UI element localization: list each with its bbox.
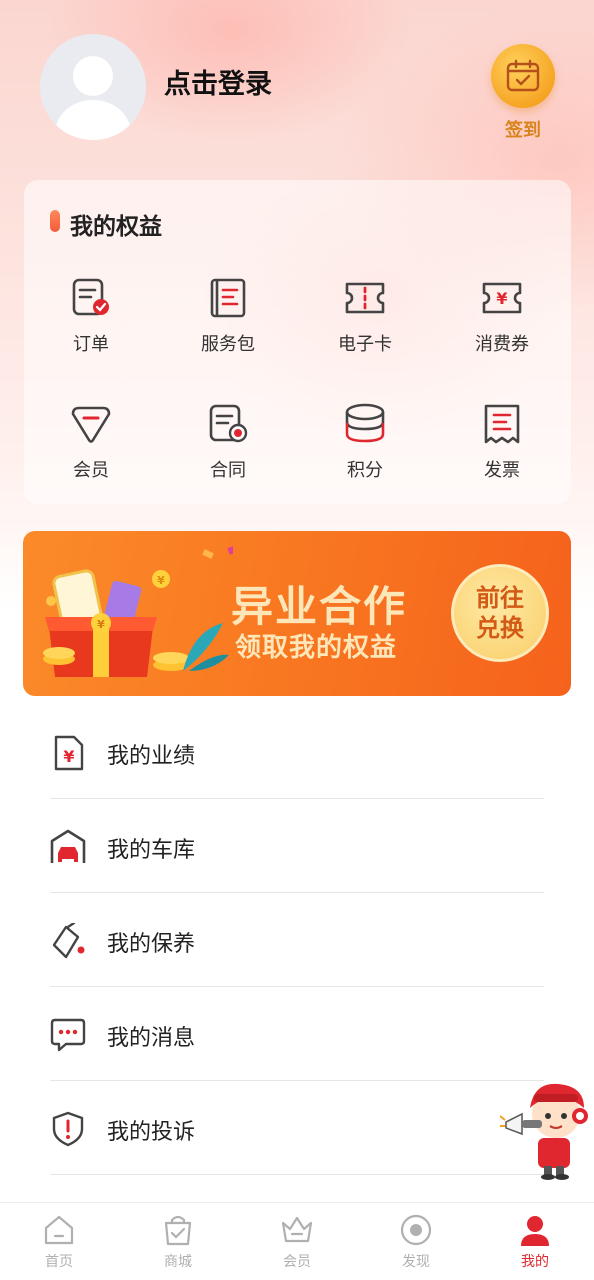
benefit-label: 服务包 [201,334,255,355]
discover-icon [400,1214,432,1246]
menu-label: 我的业绩 [107,744,196,769]
calendar-check-icon [506,59,540,92]
vip-crown-icon [281,1216,313,1243]
nav-item-discover[interactable]: 发现 [376,1213,456,1275]
benefit-order[interactable]: 订单 [31,276,151,366]
menu-label: 我的消息 [107,1026,196,1051]
benefit-e-card[interactable]: 电子卡 [305,276,425,366]
benefit-invoice[interactable]: 发票 [442,402,562,492]
home-icon [44,1215,74,1245]
benefit-label: 合同 [210,460,246,481]
profile-icon [521,1216,549,1246]
nav-label: 我的 [521,1254,549,1270]
nav-label: 发现 [402,1254,430,1270]
svg-text:¥: ¥ [97,618,105,631]
partner-banner[interactable]: ¥ ¥ 异业合作 领取我的权益 前往 兑换 [23,531,571,696]
nav-label: 首页 [45,1254,73,1270]
checkin-button[interactable] [491,44,555,108]
maintenance-icon [52,923,85,959]
benefit-label: 积分 [347,460,383,481]
nav-item-vip[interactable]: 会员 [257,1213,337,1275]
menu-item-complaints[interactable]: 我的投诉 [50,1081,544,1175]
redeem-button[interactable]: 前往 兑换 [451,564,549,662]
gift-box-illustration-icon: ¥ ¥ [43,544,233,677]
banner-title: 异业合作 [231,582,408,631]
coupon-icon: ¥ [482,282,522,314]
e-card-icon [345,282,385,314]
message-icon [50,1018,86,1052]
nav-label: 会员 [283,1254,311,1270]
menu-item-performance[interactable]: ¥ 我的业绩 [50,705,544,799]
svg-text:¥: ¥ [63,747,74,766]
login-link[interactable]: 点击登录 [164,62,272,101]
benefit-label: 消费券 [475,334,529,355]
benefit-service-package[interactable]: 服务包 [168,276,288,366]
nav-item-profile[interactable]: 我的 [495,1213,575,1275]
menu-item-garage[interactable]: 我的车库 [50,799,544,893]
banner-subtitle: 领取我的权益 [235,633,398,663]
points-icon [345,403,385,443]
menu-label: 我的保养 [107,932,196,957]
redeem-button-line2: 兑换 [476,614,524,642]
default-avatar-icon [54,56,132,140]
service-package-icon [210,278,246,318]
mall-icon [164,1215,192,1246]
benefit-label: 会员 [73,460,109,481]
nav-label: 商城 [164,1254,192,1270]
order-icon [72,278,109,316]
menu-item-messages[interactable]: 我的消息 [50,987,544,1081]
section-marker [50,210,60,232]
redeem-button-line1: 前往 [476,584,524,612]
checkin-label[interactable]: 签到 [491,116,555,142]
contract-icon [209,404,248,443]
performance-icon: ¥ [54,735,84,771]
benefit-label: 发票 [484,460,520,481]
benefits-title: 我的权益 [70,214,162,240]
member-icon [71,406,111,443]
avatar[interactable] [40,34,146,140]
svg-text:¥: ¥ [157,574,165,587]
benefit-member[interactable]: 会员 [31,402,151,492]
complaint-icon [52,1111,84,1147]
menu-label: 我的车库 [107,838,196,863]
menu-label: 我的投诉 [107,1120,196,1145]
nav-item-mall[interactable]: 商城 [138,1213,218,1275]
benefit-label: 订单 [73,334,109,355]
benefit-points[interactable]: 积分 [305,402,425,492]
bottom-nav: 首页 商城 会员 发现 我的 [0,1202,594,1280]
benefit-contract[interactable]: 合同 [168,402,288,492]
garage-icon [50,829,86,863]
nav-item-home[interactable]: 首页 [19,1213,99,1275]
svg-text:¥: ¥ [496,289,507,308]
mascot-assistant-icon[interactable] [500,1078,594,1182]
invoice-icon [484,404,520,444]
benefits-card: 我的权益 订单 服务包 电子卡 ¥ 消费券 会员 合同 积分 发票 [24,180,571,504]
benefit-label: 电子卡 [338,334,392,355]
menu-item-maintenance[interactable]: 我的保养 [50,893,544,987]
benefit-coupon[interactable]: ¥ 消费券 [442,276,562,366]
